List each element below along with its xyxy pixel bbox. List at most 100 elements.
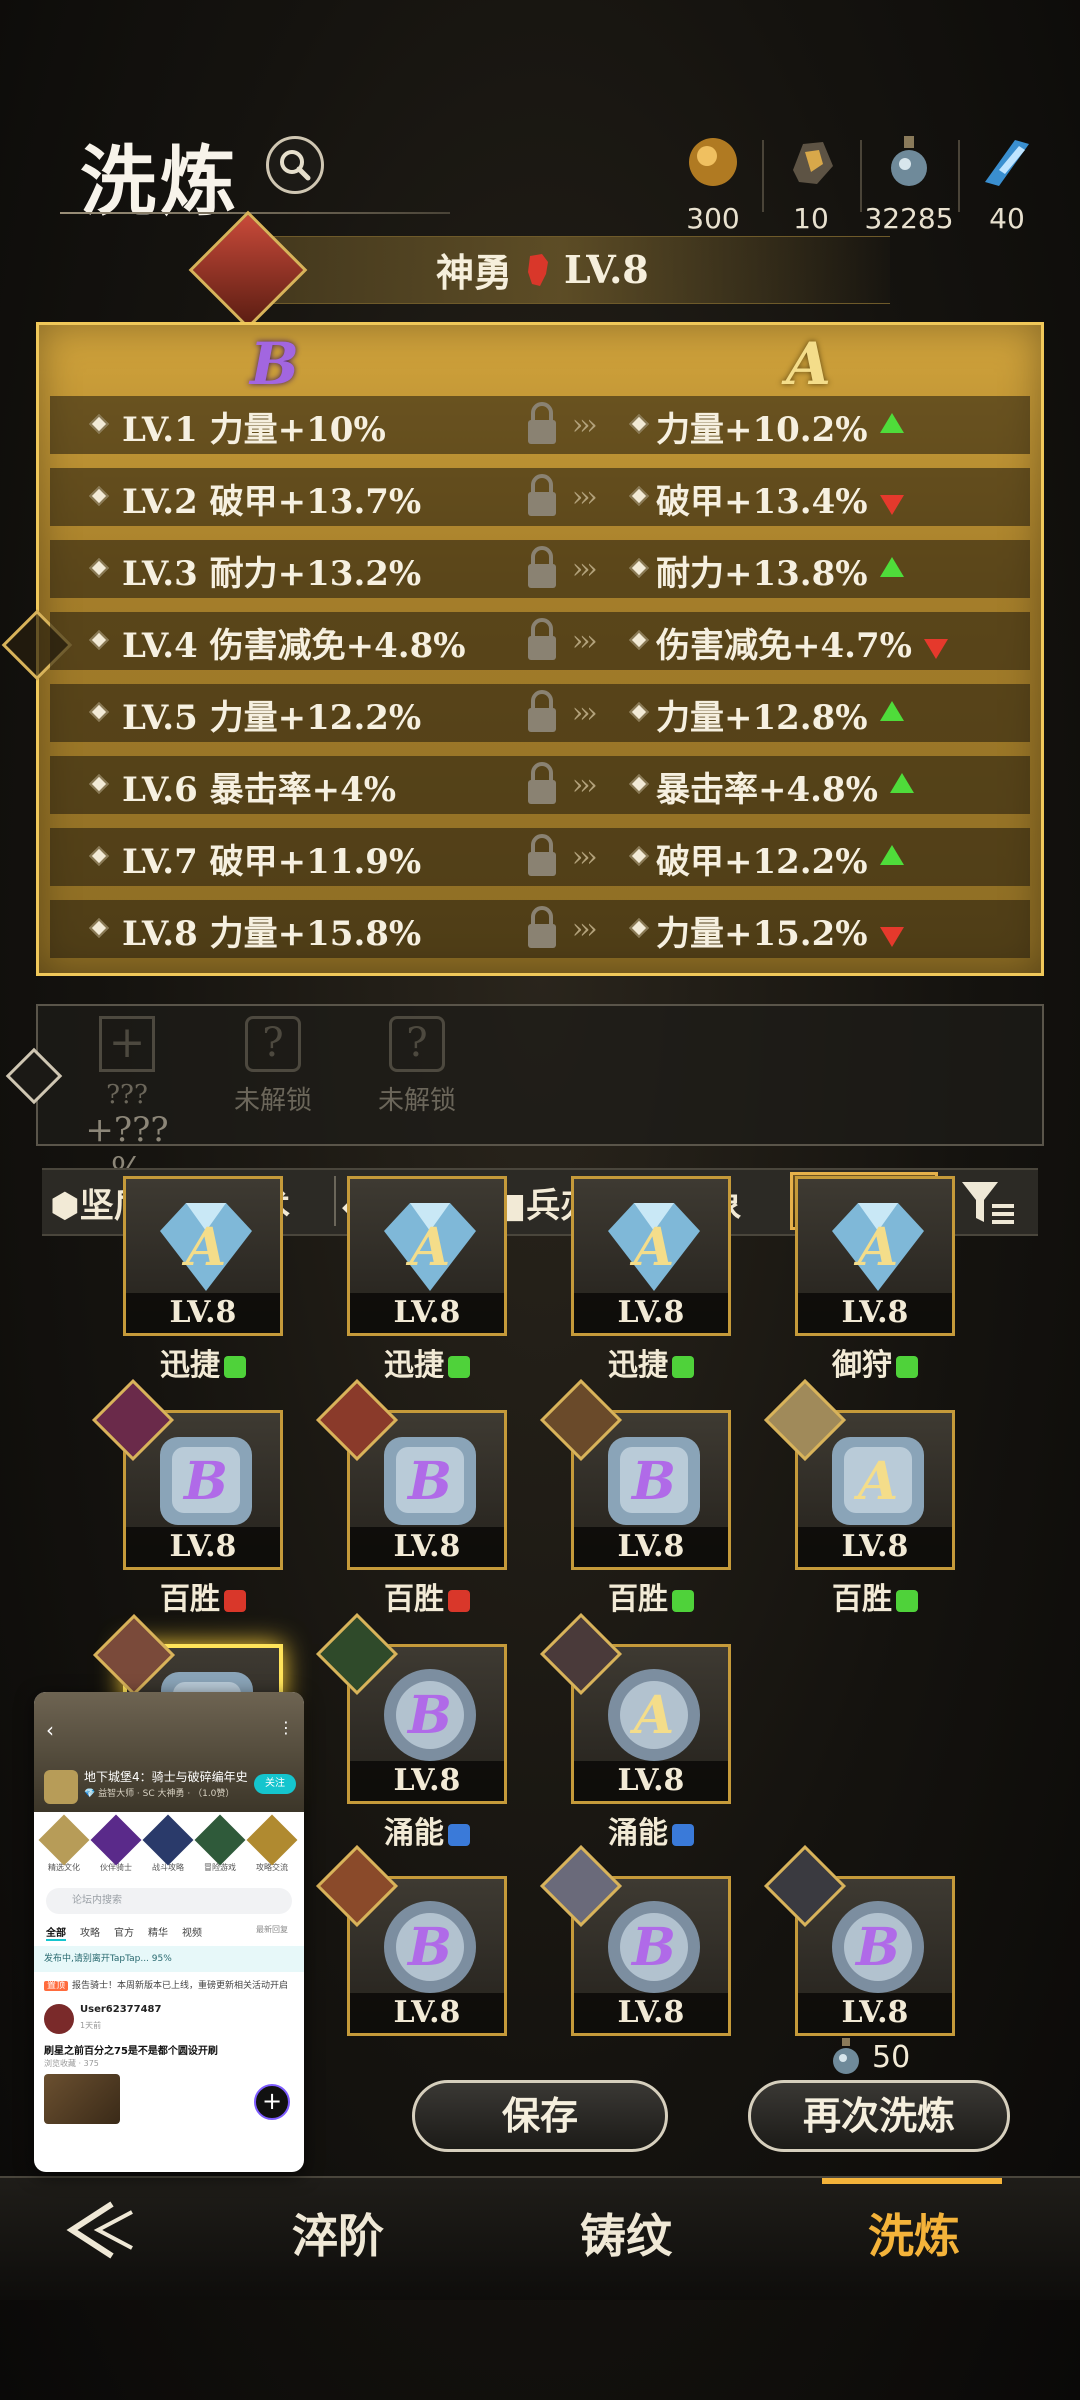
bullet-icon — [629, 486, 649, 506]
left-grade-badge: B — [250, 330, 300, 398]
mini-tab[interactable]: 视频 — [182, 1928, 202, 1939]
chevron-right-icon: ››› — [572, 696, 598, 729]
rune-gem-icon: A — [608, 1669, 700, 1761]
new-stat: 力量+10.2% — [656, 402, 904, 451]
rune-card[interactable]: A LV.8 — [539, 1612, 731, 1804]
tab-quench[interactable]: 淬阶 — [292, 2200, 384, 2266]
rune-name: 御狩 — [795, 1340, 955, 1384]
lock-icon[interactable] — [516, 758, 568, 810]
rune-gem-icon: B — [608, 1437, 700, 1525]
rune-card[interactable]: B LV.8 — [315, 1612, 507, 1804]
rune-level: LV.8 — [574, 1761, 728, 1801]
resource-ore-value: 10 — [793, 202, 829, 235]
category-icon — [246, 1814, 298, 1866]
resource-ore[interactable]: 10 — [766, 130, 856, 235]
back-icon[interactable] — [52, 2198, 142, 2262]
mini-add-button[interactable]: + — [254, 2084, 290, 2120]
extra-slot-3-label: 未解锁 — [377, 1086, 456, 1116]
rune-card[interactable]: B LV.8 — [315, 1378, 507, 1570]
mini-post-meta: 浏览收藏 · 375 — [44, 2059, 99, 2068]
rune-card[interactable]: B LV.8 — [539, 1378, 731, 1570]
extra-slot-3: ? 未解锁 — [362, 1016, 472, 1117]
bullet-icon — [629, 846, 649, 866]
chevron-right-icon: ››› — [572, 840, 598, 873]
rune-card[interactable]: B LV.8 — [763, 1844, 955, 2036]
rune-card[interactable]: A LV.8 — [763, 1378, 955, 1570]
ore-icon — [793, 142, 833, 184]
mini-category[interactable]: 精选文化 — [38, 1814, 90, 1873]
mini-tab[interactable]: 官方 — [114, 1928, 134, 1939]
rune-gem-icon: A — [832, 1203, 924, 1291]
resource-orb[interactable]: 300 — [668, 130, 758, 235]
lock-icon[interactable] — [516, 686, 568, 738]
category-icon — [142, 1814, 194, 1866]
mini-game-sub: 💎 益智大师 · SC 大神勇 · （1.0赞） — [84, 1789, 235, 1799]
mini-tab[interactable]: 全部 — [46, 1928, 66, 1941]
hero-level: LV.8 — [564, 247, 649, 292]
tab-rewash[interactable]: 洗炼 — [868, 2200, 960, 2266]
rune-gem-icon: A — [608, 1203, 700, 1291]
rewash-button[interactable]: 再次洗炼 — [748, 2080, 1010, 2152]
rune-card[interactable]: B LV.8 — [91, 1378, 283, 1570]
svg-text:B: B — [406, 1917, 452, 1978]
resource-potion[interactable]: 32285 — [864, 130, 954, 235]
rune-level: LV.8 — [126, 1293, 280, 1333]
svg-text:A: A — [181, 1217, 226, 1278]
lock-icon[interactable] — [516, 542, 568, 594]
rune-gem-icon: B — [384, 1901, 476, 1993]
active-tab-indicator — [822, 2178, 1002, 2184]
rune-gem-icon: B — [384, 1669, 476, 1761]
mini-category[interactable]: 冒险游戏 — [194, 1814, 246, 1873]
svg-text:A: A — [853, 1451, 898, 1512]
hero-name: 神勇 — [436, 250, 513, 295]
rune-card[interactable]: A LV.8 — [795, 1176, 955, 1336]
mini-back-icon[interactable]: ‹ — [46, 1718, 54, 1742]
mini-follow-button[interactable]: 关注 — [254, 1774, 296, 1794]
sort-filter-icon[interactable] — [958, 1178, 1018, 1228]
mini-user-avatar[interactable] — [44, 2004, 74, 2034]
mini-sort[interactable]: 最新回复 — [256, 1924, 288, 1935]
bullet-icon — [89, 486, 109, 506]
tab-forge[interactable]: 铸纹 — [580, 2200, 672, 2266]
search-button[interactable] — [266, 136, 324, 194]
resource-crystal-value: 40 — [989, 202, 1025, 235]
rune-name: 涌能 — [571, 1808, 731, 1852]
mini-category[interactable]: 伙伴骑士 — [90, 1814, 142, 1873]
rune-type-icon — [224, 1356, 246, 1378]
resource-orb-value: 300 — [686, 202, 740, 235]
save-button[interactable]: 保存 — [412, 2080, 668, 2152]
rune-gem-icon: B — [832, 1901, 924, 1993]
floating-mini-window[interactable]: ‹ ⋮ 地下城堡4：骑士与破碎编年史 💎 益智大师 · SC 大神勇 · （1.… — [34, 1692, 304, 2172]
current-stat: LV.2 破甲+13.7% — [122, 482, 422, 522]
mini-category[interactable]: 战斗攻略 — [142, 1814, 194, 1873]
lock-icon[interactable] — [516, 398, 568, 450]
mini-pinned-post[interactable]: 置顶 报告骑士！本周新版本已上线，重磅更新相关活动开启 — [44, 1978, 288, 1991]
potion-cost-icon — [833, 2038, 859, 2074]
mini-tab[interactable]: 攻略 — [80, 1928, 100, 1939]
search-icon — [280, 150, 311, 181]
rune-gem-icon: B — [160, 1437, 252, 1525]
mini-tab[interactable]: 精华 — [148, 1928, 168, 1939]
rune-level: LV.8 — [126, 1527, 280, 1567]
svg-text:B: B — [182, 1451, 228, 1512]
rune-card[interactable]: A LV.8 — [347, 1176, 507, 1336]
mini-search-input[interactable]: 论坛内搜索 — [46, 1888, 292, 1914]
extra-slot-2-label: 未解锁 — [233, 1086, 312, 1116]
rune-card[interactable]: B LV.8 — [539, 1844, 731, 2036]
extra-slot-1[interactable]: + ??? +???% — [72, 1016, 182, 1190]
mini-more-icon[interactable]: ⋮ — [278, 1718, 294, 1737]
resource-crystal[interactable]: 40 — [962, 130, 1052, 235]
rune-type-icon — [672, 1356, 694, 1378]
lock-icon[interactable] — [516, 830, 568, 882]
mini-category[interactable]: 攻略交流 — [246, 1814, 298, 1873]
mini-post-thumbnail[interactable] — [44, 2074, 120, 2124]
lock-icon[interactable] — [516, 470, 568, 522]
lock-icon[interactable] — [516, 614, 568, 666]
plus-icon: + — [99, 1016, 155, 1072]
rune-card[interactable]: A LV.8 — [571, 1176, 731, 1336]
category-icon — [90, 1814, 142, 1866]
mini-post-title[interactable]: 刷星之前百分之75是不是都个圆设开刷 — [44, 2042, 218, 2057]
rune-card[interactable]: B LV.8 — [315, 1844, 507, 2036]
lock-icon[interactable] — [516, 902, 568, 954]
rune-card[interactable]: A LV.8 — [123, 1176, 283, 1336]
